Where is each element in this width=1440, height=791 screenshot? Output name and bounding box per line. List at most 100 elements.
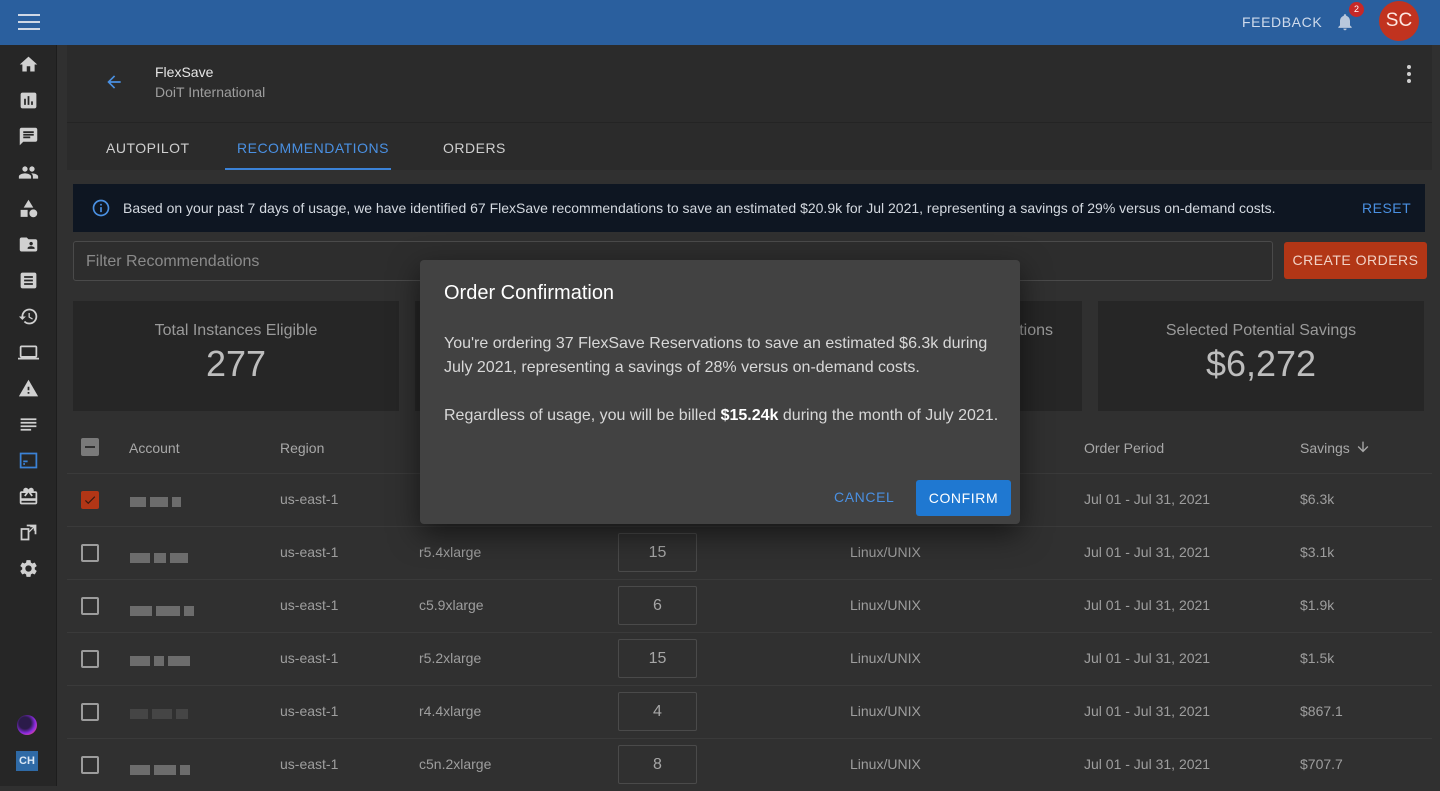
back-arrow-icon[interactable] [103, 72, 125, 92]
stat-card-savings: Selected Potential Savings $6,272 [1098, 301, 1424, 411]
col-order-period[interactable]: Order Period [1084, 440, 1164, 456]
more-vert-icon[interactable] [1407, 65, 1413, 83]
row-instance-type: r4.4xlarge [419, 703, 482, 719]
filter-placeholder: Filter Recommendations [86, 253, 260, 270]
integration-icon[interactable] [18, 522, 39, 543]
feedback-button[interactable]: FEEDBACK [1242, 14, 1322, 30]
row-checkbox[interactable] [81, 597, 99, 615]
table-row[interactable]: us-east-1 c5.9xlarge 6 Linux/UNIX Jul 01… [67, 579, 1432, 632]
banner-text: Based on your past 7 days of usage, we h… [123, 200, 1276, 216]
col-savings[interactable]: Savings [1300, 440, 1350, 456]
history-icon[interactable] [18, 306, 39, 327]
dialog-billing-note: Regardless of usage, you will be billed … [444, 404, 1000, 428]
page-header: FlexSave DoiT International [67, 45, 1432, 122]
avatar[interactable]: SC [1379, 1, 1419, 41]
row-checkbox[interactable] [81, 703, 99, 721]
row-instance-type: r5.2xlarge [419, 650, 482, 666]
sort-arrow-icon[interactable] [1355, 439, 1371, 455]
redacted-account [130, 706, 201, 719]
folder-account-icon[interactable] [18, 234, 39, 255]
row-instance-type: r5.4xlarge [419, 544, 482, 560]
row-savings: $867.1 [1300, 703, 1343, 719]
row-region: us-east-1 [280, 491, 339, 507]
info-banner: Based on your past 7 days of usage, we h… [73, 184, 1425, 232]
confirm-button[interactable]: CONFIRM [916, 480, 1011, 516]
row-savings: $6.3k [1300, 491, 1335, 507]
row-period: Jul 01 - Jul 31, 2021 [1084, 703, 1211, 719]
home-icon[interactable] [18, 54, 39, 75]
menu-icon[interactable] [18, 14, 40, 30]
row-checkbox[interactable] [81, 544, 99, 562]
ch-badge-icon[interactable]: CH [16, 751, 38, 771]
tab-recommendations[interactable]: RECOMMENDATIONS [237, 140, 389, 156]
quantity-input[interactable]: 15 [618, 533, 697, 572]
reports-icon[interactable] [18, 90, 39, 111]
row-period: Jul 01 - Jul 31, 2021 [1084, 597, 1211, 613]
row-checkbox[interactable] [81, 756, 99, 774]
page-title: FlexSave [155, 64, 214, 80]
stat-label: Total Instances Eligible [154, 322, 318, 339]
dialog-title: Order Confirmation [444, 282, 615, 304]
tab-orders[interactable]: ORDERS [443, 140, 506, 156]
redacted-account [130, 494, 201, 507]
select-all-checkbox[interactable] [81, 438, 99, 456]
col-region[interactable]: Region [280, 440, 324, 456]
row-savings: $1.5k [1300, 650, 1335, 666]
notification-badge: 2 [1349, 2, 1364, 17]
row-period: Jul 01 - Jul 31, 2021 [1084, 491, 1211, 507]
col-account[interactable]: Account [129, 440, 180, 456]
laptop-icon[interactable] [18, 342, 39, 363]
table-row[interactable]: us-east-1 c5n.2xlarge 8 Linux/UNIX Jul 0… [67, 738, 1432, 791]
quantity-input[interactable]: 15 [618, 639, 697, 678]
row-checkbox[interactable] [81, 491, 99, 509]
row-checkbox[interactable] [81, 650, 99, 668]
invoice-icon[interactable] [18, 270, 39, 291]
row-region: us-east-1 [280, 544, 339, 560]
tab-autopilot[interactable]: AUTOPILOT [106, 140, 190, 156]
stat-value: 277 [205, 343, 267, 384]
row-os: Linux/UNIX [850, 756, 921, 772]
cancel-button[interactable]: CANCEL [834, 489, 894, 505]
flexsave-icon[interactable] [18, 450, 39, 471]
page-subtitle: DoiT International [155, 84, 266, 100]
quantity-input[interactable]: 6 [618, 586, 697, 625]
row-region: us-east-1 [280, 703, 339, 719]
redacted-account [130, 603, 201, 616]
row-savings: $1.9k [1300, 597, 1335, 613]
row-os: Linux/UNIX [850, 703, 921, 719]
table-row[interactable]: us-east-1 r4.4xlarge 4 Linux/UNIX Jul 01… [67, 685, 1432, 738]
quantity-input[interactable]: 8 [618, 745, 697, 784]
app-logo-icon[interactable] [17, 715, 37, 735]
order-confirmation-dialog: Order Confirmation You're ordering 37 Fl… [420, 260, 1020, 524]
billing-amount: $15.24k [720, 407, 779, 424]
table-row[interactable]: us-east-1 r5.2xlarge 15 Linux/UNIX Jul 0… [67, 632, 1432, 685]
people-icon[interactable] [18, 162, 39, 183]
gear-icon[interactable] [18, 558, 39, 579]
table-row[interactable]: us-east-1 r5.4xlarge 15 Linux/UNIX Jul 0… [67, 526, 1432, 579]
top-app-bar: FEEDBACK 2 SC [0, 0, 1440, 45]
row-os: Linux/UNIX [850, 544, 921, 560]
info-icon [92, 199, 110, 217]
stat-value: $6,272 [1205, 343, 1317, 384]
side-nav: CH [0, 45, 57, 786]
list-icon[interactable] [18, 414, 39, 435]
billing-text-post: during the month of July 2021. [778, 407, 999, 424]
row-os: Linux/UNIX [850, 597, 921, 613]
reset-button[interactable]: RESET [1362, 200, 1411, 216]
row-period: Jul 01 - Jul 31, 2021 [1084, 650, 1211, 666]
active-tab-indicator [225, 168, 391, 170]
row-savings: $707.7 [1300, 756, 1343, 772]
stat-label: Selected Potential Savings [1165, 322, 1357, 339]
row-period: Jul 01 - Jul 31, 2021 [1084, 544, 1211, 560]
quantity-input[interactable]: 4 [618, 692, 697, 731]
stat-card-instances: Total Instances Eligible 277 [73, 301, 399, 411]
redacted-account [130, 762, 201, 775]
shapes-icon[interactable] [18, 198, 39, 219]
warning-icon[interactable] [18, 378, 39, 399]
row-instance-type: c5.9xlarge [419, 597, 484, 613]
chat-icon[interactable] [18, 126, 39, 147]
row-os: Linux/UNIX [850, 650, 921, 666]
create-orders-button[interactable]: CREATE ORDERS [1284, 242, 1427, 279]
gift-card-icon[interactable] [18, 486, 39, 507]
row-savings: $3.1k [1300, 544, 1335, 560]
